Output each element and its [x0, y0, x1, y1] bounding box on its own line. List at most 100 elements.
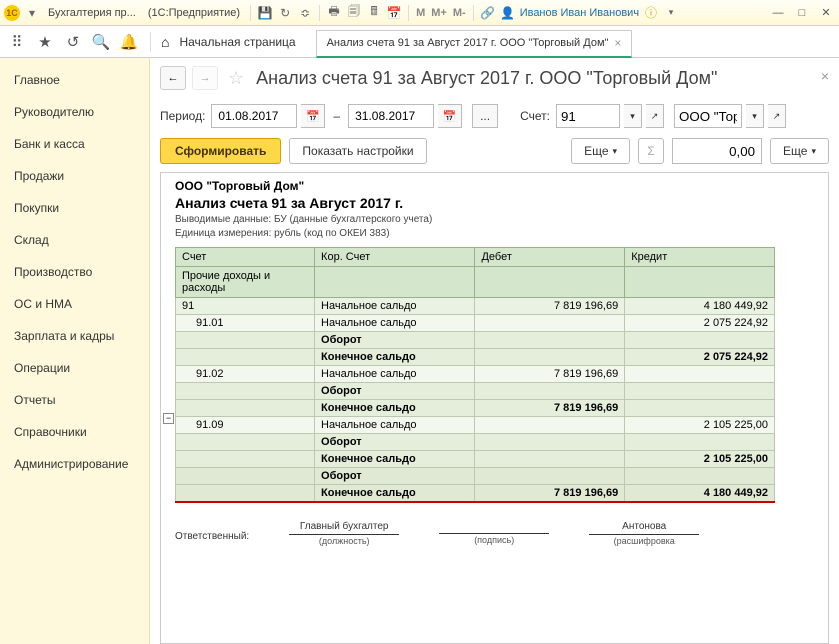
info-icon[interactable]: ⓘ	[643, 5, 659, 21]
table-row[interactable]: Конечное сальдо2 105 225,00	[176, 451, 775, 468]
col-debit: Дебет	[475, 248, 625, 267]
dash: –	[333, 109, 340, 123]
table-row[interactable]: Оборот	[176, 434, 775, 451]
notifications-icon[interactable]: 🔔	[118, 31, 140, 53]
user-name[interactable]: Иванов Иван Иванович	[520, 7, 639, 19]
dropdown-icon[interactable]: ▾	[663, 5, 679, 21]
sidebar-item-warehouse[interactable]: Склад	[0, 224, 149, 256]
sidebar-item-reports[interactable]: Отчеты	[0, 384, 149, 416]
sig-name: Антонова (расшифровка	[589, 521, 699, 546]
back-button[interactable]: ←	[160, 66, 186, 90]
sidebar-item-assets[interactable]: ОС и НМА	[0, 288, 149, 320]
sidebar-item-references[interactable]: Справочники	[0, 416, 149, 448]
sidebar-item-operations[interactable]: Операции	[0, 352, 149, 384]
col-credit: Кредит	[625, 248, 775, 267]
org-dropdown-icon[interactable]: ▾	[746, 104, 764, 128]
home-label[interactable]: Начальная страница	[179, 35, 295, 49]
refresh-icon[interactable]: ↻	[277, 5, 293, 21]
home-icon[interactable]: ⌂	[161, 34, 169, 50]
history-icon[interactable]: ↺	[62, 31, 84, 53]
chevron-down-icon: ▾	[811, 146, 816, 157]
tab-close-icon[interactable]: ×	[614, 36, 621, 50]
separator	[319, 5, 320, 21]
sidebar-item-bank[interactable]: Банк и касса	[0, 128, 149, 160]
more-button-2[interactable]: Еще▾	[770, 138, 829, 164]
search-icon[interactable]: 🔍	[90, 31, 112, 53]
tree-collapse-icon[interactable]: −	[163, 413, 174, 424]
favorite-icon[interactable]: ★	[34, 31, 56, 53]
maximize-icon[interactable]: □	[793, 5, 811, 21]
sidebar-item-salary[interactable]: Зарплата и кадры	[0, 320, 149, 352]
filter-bar: Период: 📅 – 📅 ... Счет: ▾ ↗ ▾ ↗	[150, 100, 839, 136]
tab-account-analysis[interactable]: Анализ счета 91 за Август 2017 г. ООО "Т…	[316, 30, 633, 58]
calculator-icon[interactable]: 🖩	[366, 5, 382, 21]
sidebar-item-production[interactable]: Производство	[0, 256, 149, 288]
tab-label: Анализ счета 91 за Август 2017 г. ООО "Т…	[327, 37, 609, 49]
table-row[interactable]: Оборот	[176, 332, 775, 349]
link-icon[interactable]: 🔗	[480, 5, 496, 21]
show-settings-button[interactable]: Показать настройки	[289, 138, 426, 164]
date-from-input[interactable]	[218, 109, 290, 123]
sidebar-item-main[interactable]: Главное	[0, 64, 149, 96]
sum-value-field[interactable]	[672, 138, 762, 164]
responsible-label: Ответственный:	[175, 531, 249, 546]
col-account: Счет	[176, 248, 315, 267]
dropdown-icon[interactable]: ▾	[24, 5, 40, 21]
date-from-field[interactable]	[211, 104, 297, 128]
minimize-icon[interactable]: —	[769, 5, 787, 21]
table-row[interactable]: 91.09Начальное сальдо2 105 225,00	[176, 417, 775, 434]
table-row[interactable]: 91.01Начальное сальдо2 075 224,92	[176, 315, 775, 332]
tab-bar: Анализ счета 91 за Август 2017 г. ООО "Т…	[316, 26, 633, 58]
sidebar-item-admin[interactable]: Администрирование	[0, 448, 149, 480]
chevron-down-icon: ▾	[613, 146, 618, 157]
account-dropdown-icon[interactable]: ▾	[624, 104, 642, 128]
forward-button[interactable]: →	[192, 66, 218, 90]
platform-label: (1С:Предприятие)	[148, 7, 240, 19]
generate-button[interactable]: Сформировать	[160, 138, 281, 164]
calendar-icon[interactable]: 📅	[386, 5, 402, 21]
sidebar-item-manager[interactable]: Руководителю	[0, 96, 149, 128]
sum-button[interactable]: Σ	[638, 138, 664, 164]
report-meta-1: Выводимые данные: БУ (данные бухгалтерск…	[175, 214, 820, 225]
separator	[250, 5, 251, 21]
table-row[interactable]: 91.02Начальное сальдо7 819 196,69	[176, 366, 775, 383]
separator	[150, 32, 151, 52]
more-button-1[interactable]: Еще▾	[571, 138, 630, 164]
subhead: Прочие доходы и расходы	[176, 267, 315, 298]
memory-mminus-icon[interactable]: M-	[453, 7, 466, 19]
page-close-icon[interactable]: ×	[821, 68, 829, 84]
period-picker-button[interactable]: ...	[472, 104, 498, 128]
preview-icon[interactable]: 🗐	[346, 5, 362, 21]
sidebar-item-sales[interactable]: Продажи	[0, 160, 149, 192]
app-logo-icon: 1C	[4, 5, 20, 21]
table-row[interactable]: Конечное сальдо7 819 196,694 180 449,92	[176, 485, 775, 503]
table-row[interactable]: 91Начальное сальдо7 819 196,694 180 449,…	[176, 298, 775, 315]
account-input[interactable]	[556, 104, 620, 128]
table-row[interactable]: Конечное сальдо2 075 224,92	[176, 349, 775, 366]
memory-mplus-icon[interactable]: M+	[431, 7, 447, 19]
table-row[interactable]: Оборот	[176, 468, 775, 485]
separator	[408, 5, 409, 21]
close-icon[interactable]: ✕	[817, 5, 835, 21]
date-to-field[interactable]	[348, 104, 434, 128]
sidebar-item-purchases[interactable]: Покупки	[0, 192, 149, 224]
save-icon[interactable]: 💾	[257, 5, 273, 21]
table-row[interactable]: Оборот	[176, 383, 775, 400]
account-open-icon[interactable]: ↗	[646, 104, 664, 128]
favorite-star-icon[interactable]: ☆	[228, 68, 244, 89]
org-open-icon[interactable]: ↗	[768, 104, 786, 128]
report-area[interactable]: ООО "Торговый Дом" Анализ счета 91 за Ав…	[160, 172, 829, 644]
sig-signature: (подпись)	[439, 521, 549, 546]
report-meta-2: Единица измерения: рубль (код по ОКЕИ 38…	[175, 228, 820, 239]
date-from-calendar-icon[interactable]: 📅	[301, 104, 325, 128]
action-bar: Сформировать Показать настройки Еще▾ Σ Е…	[150, 136, 839, 172]
apps-grid-icon[interactable]: ⠿	[6, 31, 28, 53]
org-input[interactable]	[674, 104, 742, 128]
table-row[interactable]: Конечное сальдо7 819 196,69	[176, 400, 775, 417]
date-to-calendar-icon[interactable]: 📅	[438, 104, 462, 128]
report-table: Счет Кор. Счет Дебет Кредит Прочие доход…	[175, 247, 775, 503]
compare-icon[interactable]: ≎	[297, 5, 313, 21]
date-to-input[interactable]	[355, 109, 427, 123]
memory-m-icon[interactable]: M	[416, 7, 425, 19]
print-icon[interactable]: 🖶	[326, 5, 342, 21]
